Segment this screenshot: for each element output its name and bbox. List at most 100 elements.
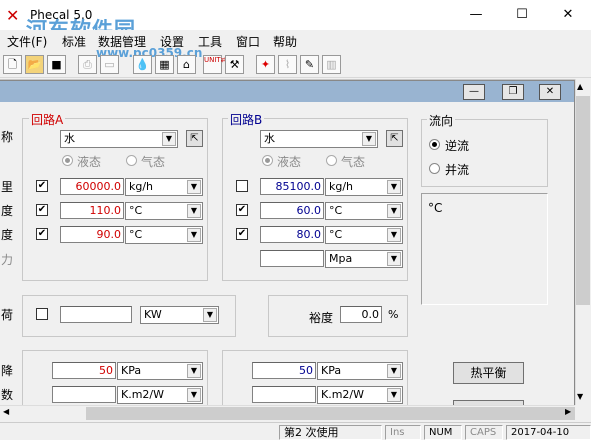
tools-icon[interactable]: ⚒ bbox=[225, 55, 244, 74]
circuit-b-pressure-drop-unit-select[interactable]: KPa ▼ bbox=[317, 362, 403, 380]
circuit-b-temp-out-unit-select[interactable]: °C ▼ bbox=[325, 226, 403, 244]
circuit-a-fluid-props-button[interactable]: ⇱ bbox=[186, 130, 203, 147]
circuit-a-flow-unit-select[interactable]: kg/h ▼ bbox=[125, 178, 203, 196]
circuit-b-flow-unit-select[interactable]: kg/h ▼ bbox=[325, 178, 403, 196]
circuit-a-temp-in-unit-select[interactable]: °C ▼ bbox=[125, 202, 203, 220]
margin-input[interactable]: 0.0 bbox=[340, 306, 382, 323]
circuit-a-flow-checkbox[interactable]: ✔ bbox=[36, 180, 48, 192]
circuit-a-fouling-input[interactable] bbox=[52, 386, 116, 403]
graph-icon[interactable]: ⌇ bbox=[278, 55, 297, 74]
circuit-b-temp-out-checkbox[interactable]: ✔ bbox=[236, 228, 248, 240]
scroll-right-icon[interactable]: ▶ bbox=[565, 407, 571, 416]
circuit-a-flow-unit-value: kg/h bbox=[129, 180, 154, 193]
circuit-b-flow-input[interactable]: 85100.0 bbox=[260, 178, 324, 195]
circuit-a-flow-input[interactable]: 60000.0 bbox=[60, 178, 124, 195]
circuit-a-title: 回路A bbox=[29, 111, 66, 128]
circuit-b-temp-out-unit-value: °C bbox=[329, 228, 343, 241]
circuit-a-pressure-drop-unit-value: KPa bbox=[121, 364, 142, 377]
margin-unit: % bbox=[388, 308, 399, 321]
chevron-down-icon: ▼ bbox=[187, 364, 201, 378]
chevron-down-icon: ▼ bbox=[387, 204, 401, 218]
home-icon[interactable]: ⌂ bbox=[177, 55, 196, 74]
circuit-b-temp-in-unit-select[interactable]: °C ▼ bbox=[325, 202, 403, 220]
child-close-button[interactable]: ✕ bbox=[539, 84, 561, 100]
child-restore-button[interactable]: ❐ bbox=[502, 84, 524, 100]
child-title-bar bbox=[0, 81, 574, 102]
circuit-b-temp-in-input[interactable]: 60.0 bbox=[260, 202, 324, 219]
circuit-b-temp-in-checkbox[interactable]: ✔ bbox=[236, 204, 248, 216]
circuit-a-pressure-drop-unit-select[interactable]: KPa ▼ bbox=[117, 362, 203, 380]
circuit-b-temp-out-input[interactable]: 80.0 bbox=[260, 226, 324, 243]
unit-convert-icon[interactable]: UNIT⇄ bbox=[203, 55, 227, 74]
load-unit-select[interactable]: KW ▼ bbox=[140, 306, 219, 324]
circuit-b-fluid-select[interactable]: 水 ▼ bbox=[260, 130, 378, 148]
scroll-down-icon[interactable]: ▼ bbox=[577, 392, 583, 401]
circuit-b-gas-radio[interactable] bbox=[326, 155, 337, 166]
sparkle-icon[interactable]: ✦ bbox=[256, 55, 275, 74]
save-icon[interactable]: ■ bbox=[47, 55, 66, 74]
chevron-down-icon: ▼ bbox=[387, 228, 401, 242]
menu-window[interactable]: 窗口 bbox=[236, 33, 260, 50]
menu-file[interactable]: 文件(F) bbox=[7, 33, 47, 50]
print-preview-icon[interactable]: ▭ bbox=[100, 55, 119, 74]
chevron-down-icon: ▼ bbox=[187, 388, 201, 402]
chevron-down-icon: ▼ bbox=[362, 132, 376, 146]
status-ins: Ins bbox=[385, 425, 421, 440]
circuit-b-fluid-props-button[interactable]: ⇱ bbox=[386, 130, 403, 147]
print-icon[interactable]: ⎙ bbox=[78, 55, 97, 74]
open-folder-icon[interactable]: 📂 bbox=[25, 55, 44, 74]
circuit-a-pressure-drop-input[interactable]: 50 bbox=[52, 362, 116, 379]
load-checkbox[interactable] bbox=[36, 308, 48, 320]
circuit-a-gas-radio[interactable] bbox=[126, 155, 137, 166]
circuit-b-pressure-drop-input[interactable]: 50 bbox=[252, 362, 316, 379]
close-button[interactable]: ✕ bbox=[545, 0, 591, 30]
circuit-b-pressure-input[interactable] bbox=[260, 250, 324, 267]
scroll-left-icon[interactable]: ◀ bbox=[3, 407, 9, 416]
circuit-a-temp-in-checkbox[interactable]: ✔ bbox=[36, 204, 48, 216]
chevron-down-icon: ▼ bbox=[387, 180, 401, 194]
vertical-scroll-thumb[interactable] bbox=[576, 96, 590, 305]
heat-balance-button[interactable]: 热平衡 bbox=[453, 362, 524, 384]
new-file-icon[interactable]: 🗋 bbox=[3, 55, 22, 74]
circuit-a-temp-out-checkbox[interactable]: ✔ bbox=[36, 228, 48, 240]
label-pressure-drop-clipped: 降 bbox=[1, 364, 14, 378]
circuit-b-fouling-input[interactable] bbox=[252, 386, 316, 403]
circuit-a-temp-out-input[interactable]: 90.0 bbox=[60, 226, 124, 243]
circuit-a-temp-out-unit-select[interactable]: °C ▼ bbox=[125, 226, 203, 244]
maximize-button[interactable]: ☐ bbox=[499, 0, 545, 30]
circuit-a-fouling-unit-select[interactable]: K.m2/W ▼ bbox=[117, 386, 203, 404]
menu-help[interactable]: 帮助 bbox=[273, 33, 297, 50]
minimize-button[interactable]: — bbox=[453, 0, 499, 30]
child-minimize-button[interactable]: — bbox=[463, 84, 485, 100]
counter-flow-radio[interactable] bbox=[429, 139, 440, 150]
counter-flow-label: 逆流 bbox=[445, 139, 470, 153]
app-logo-icon: ✕ bbox=[6, 6, 20, 25]
calculator-icon[interactable]: ▦ bbox=[155, 55, 174, 74]
chevron-down-icon: ▼ bbox=[187, 180, 201, 194]
label-pressure-clipped: 力 bbox=[1, 253, 14, 267]
scroll-up-icon[interactable]: ▲ bbox=[577, 82, 583, 91]
circuit-b-flow-checkbox[interactable] bbox=[236, 180, 248, 192]
horizontal-scroll-thumb[interactable] bbox=[86, 407, 575, 420]
circuit-b-liquid-radio[interactable] bbox=[262, 155, 273, 166]
circuit-a-temp-in-input[interactable]: 110.0 bbox=[60, 202, 124, 219]
status-caps: CAPS bbox=[465, 425, 503, 440]
parallel-flow-radio[interactable] bbox=[429, 163, 440, 174]
circuit-a-temp-in-unit-value: °C bbox=[129, 204, 143, 217]
edit-icon[interactable]: ✎ bbox=[300, 55, 319, 74]
circuit-b-flow-unit-value: kg/h bbox=[329, 180, 354, 193]
circuit-a-fluid-select[interactable]: 水 ▼ bbox=[60, 130, 178, 148]
circuit-b-title: 回路B bbox=[228, 111, 265, 128]
circuit-b-fouling-unit-select[interactable]: K.m2/W ▼ bbox=[317, 386, 403, 404]
circuit-a-liquid-radio[interactable] bbox=[62, 155, 73, 166]
load-input[interactable] bbox=[60, 306, 132, 323]
label-load-clipped: 荷 bbox=[1, 308, 14, 322]
water-drop-icon[interactable]: 💧 bbox=[133, 55, 152, 74]
chart-icon[interactable]: ▥ bbox=[322, 55, 341, 74]
menu-standard[interactable]: 标准 bbox=[62, 33, 86, 50]
circuit-b-fouling-unit-value: K.m2/W bbox=[321, 388, 365, 401]
flow-direction-group bbox=[421, 119, 548, 187]
circuit-b-pressure-unit-select[interactable]: Mpa ▼ bbox=[325, 250, 403, 268]
parallel-flow-label: 并流 bbox=[445, 163, 470, 177]
circuit-a-temp-out-unit-value: °C bbox=[129, 228, 143, 241]
